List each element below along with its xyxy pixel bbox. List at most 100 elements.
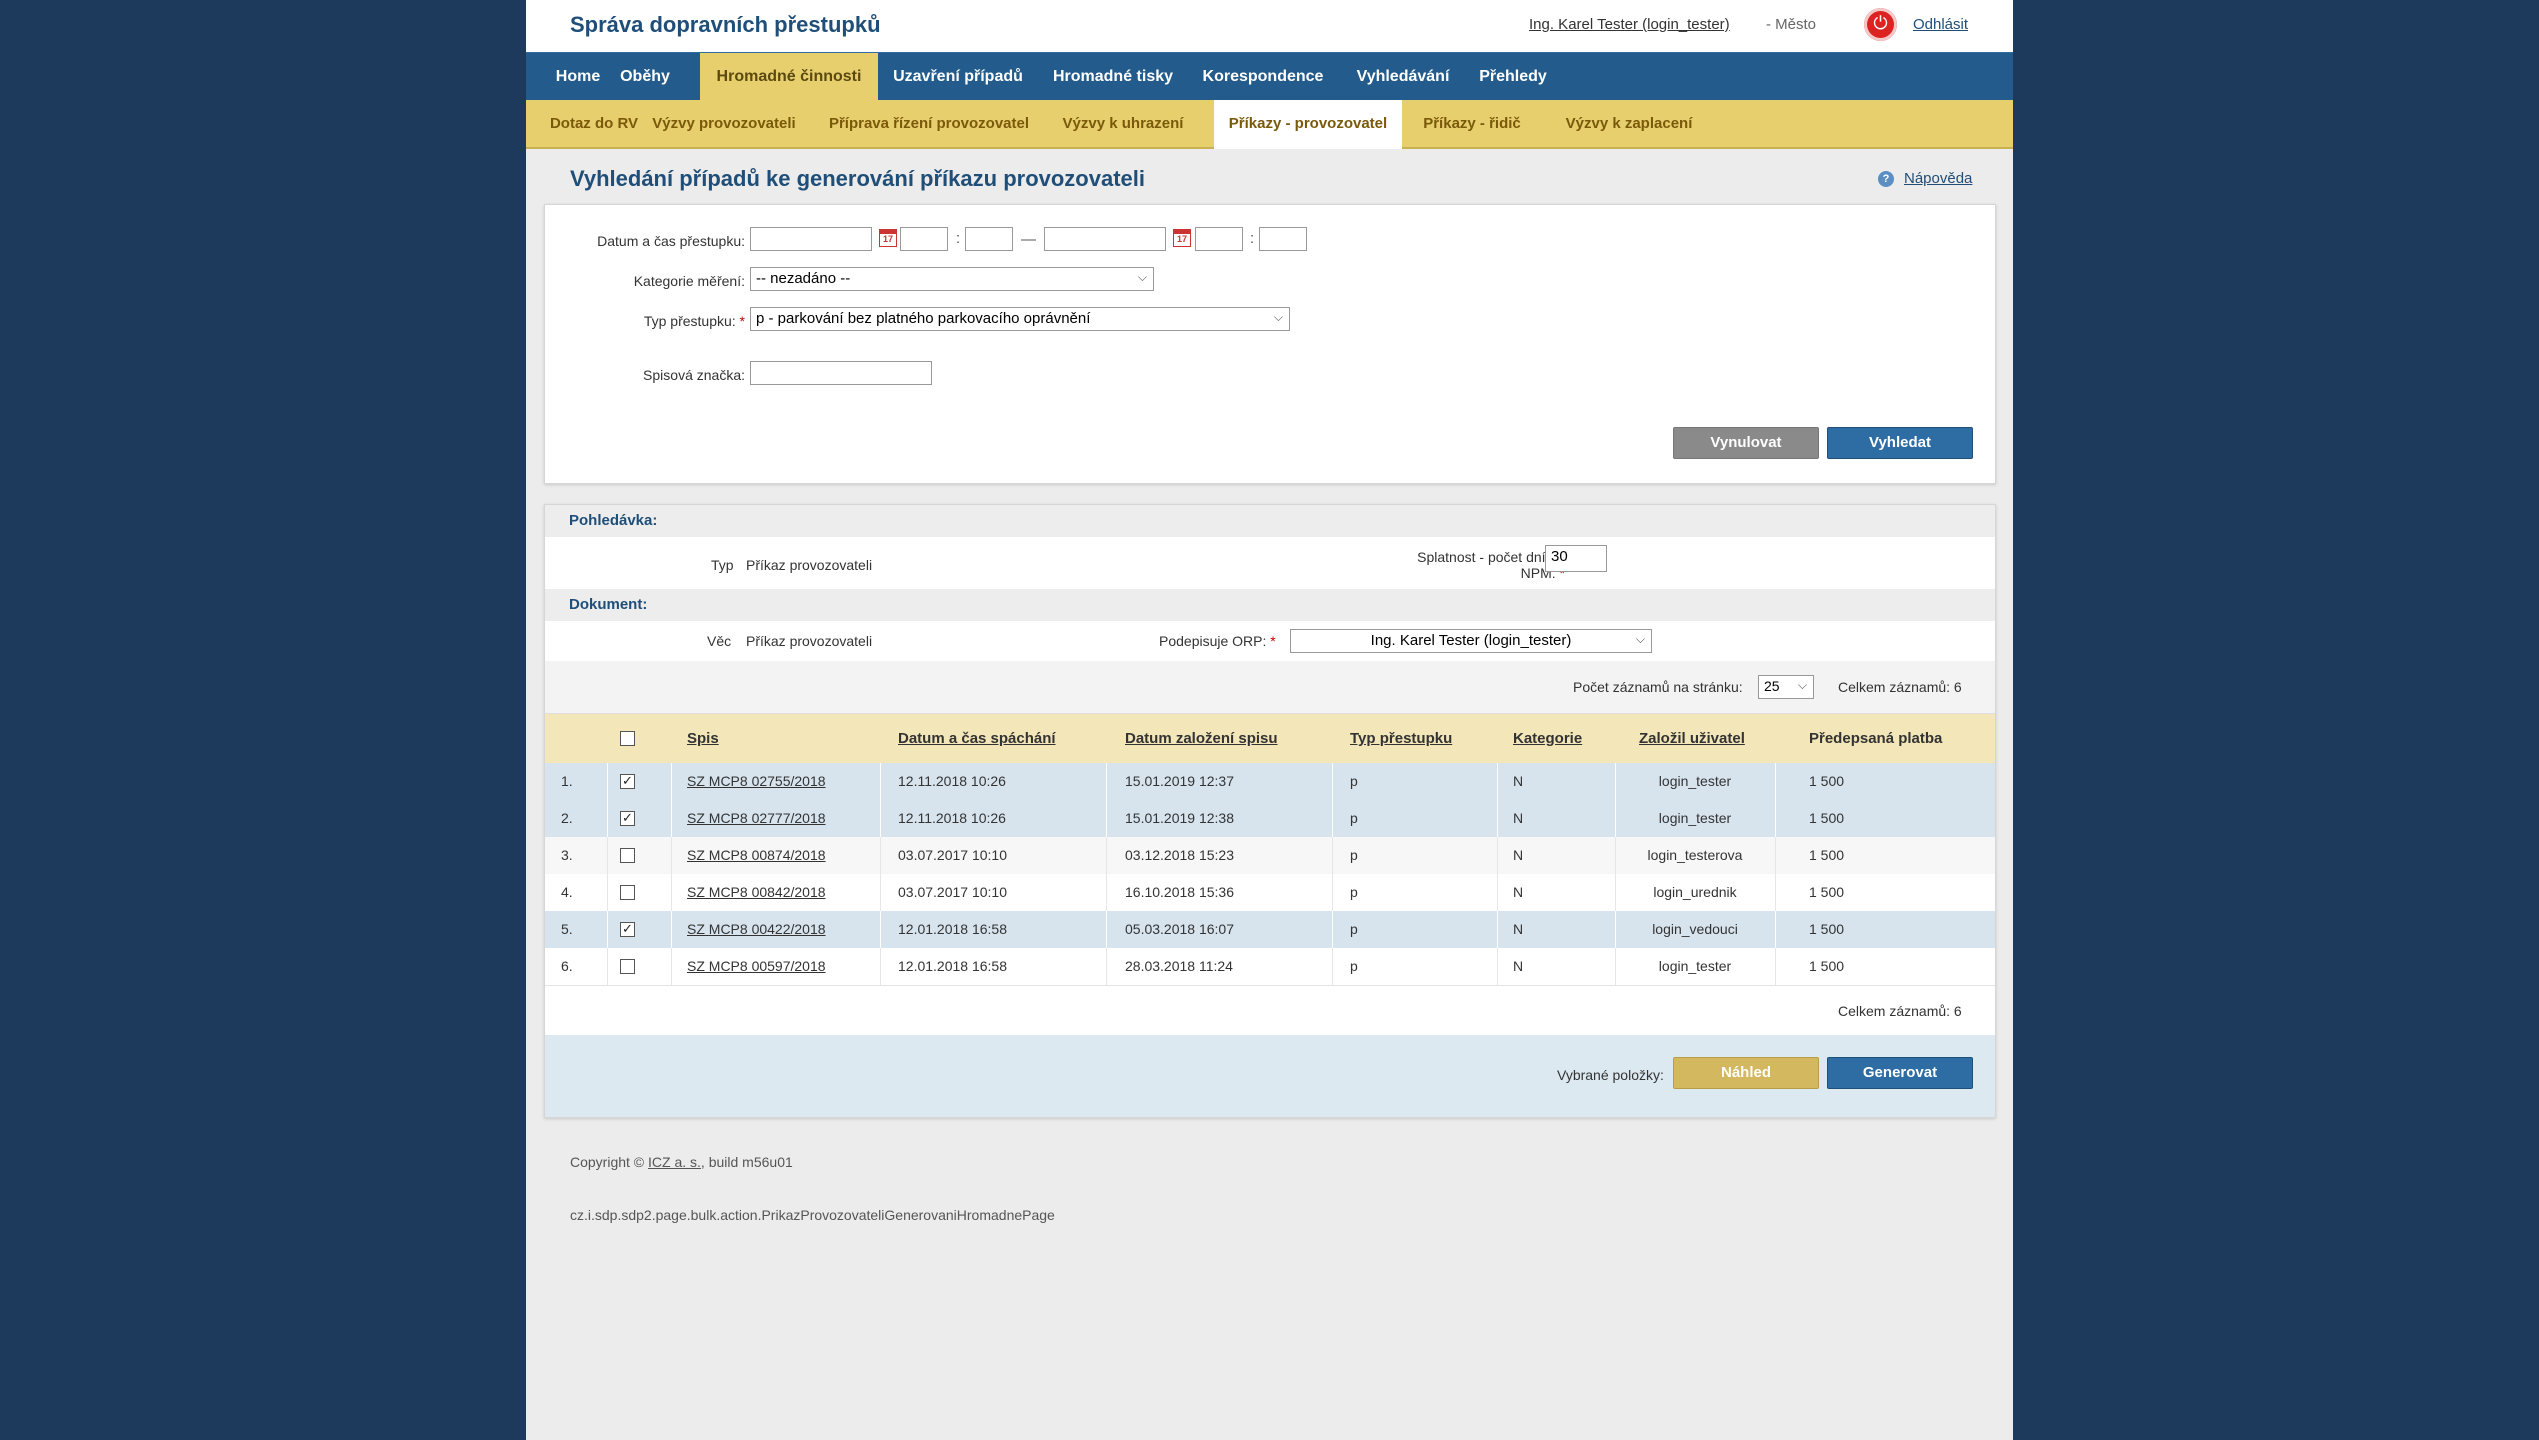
table-row[interactable]: ✓ 5. SZ MCP8 00422/2018 12.01.2018 16:58 05.…	[545, 911, 1995, 949]
column-divider	[1106, 911, 1107, 948]
cell-spis[interactable]: SZ MCP8 00874/2018	[687, 837, 826, 874]
file-number-label: Spisová značka:	[643, 367, 745, 383]
nav-hromadne-cinnosti[interactable]: Hromadné činnosti	[700, 53, 878, 101]
cell-spis[interactable]: SZ MCP8 00842/2018	[687, 874, 826, 911]
cell-zalozeni: 15.01.2019 12:37	[1125, 773, 1234, 789]
subnav-vyzvy-provozovateli[interactable]: Výzvy provozovateli	[644, 100, 804, 147]
col-datum-spachani[interactable]: Datum a čas spáchání	[898, 714, 1056, 764]
col-predepsana-platba: Předepsaná platba	[1809, 730, 1943, 747]
file-number-input[interactable]	[750, 361, 932, 385]
due-days-input[interactable]: 30	[1545, 545, 1607, 572]
calendar-icon[interactable]: 17	[1173, 229, 1191, 247]
column-divider	[1332, 800, 1333, 837]
calendar-icon[interactable]: 17	[879, 229, 897, 247]
help-icon[interactable]: ?	[1878, 171, 1894, 187]
column-divider	[607, 763, 608, 800]
subnav-priprava-rizeni[interactable]: Příprava řízení provozovatel	[814, 100, 1044, 147]
column-divider	[1775, 800, 1776, 837]
cell-kategorie: N	[1513, 810, 1524, 826]
column-divider	[1775, 763, 1776, 800]
column-divider	[1775, 911, 1776, 948]
nav-korespondence[interactable]: Korespondence	[1188, 53, 1338, 101]
generate-button[interactable]: Generovat	[1827, 1057, 1973, 1089]
date-to-input[interactable]	[1044, 227, 1166, 251]
row-checkbox[interactable]: ✓	[620, 811, 635, 826]
per-page-select[interactable]: 25 ⌵	[1758, 675, 1814, 699]
column-divider	[1106, 948, 1107, 985]
datetime-label: Datum a čas přestupku:	[597, 233, 745, 249]
search-button[interactable]: Vyhledat	[1827, 427, 1973, 459]
table-row[interactable]: 3. SZ MCP8 00874/2018 03.07.2017 10:10 03.1…	[545, 837, 1995, 875]
row-checkbox[interactable]	[620, 848, 635, 863]
power-icon[interactable]	[1864, 8, 1897, 41]
column-divider	[1497, 874, 1498, 911]
selected-items-label: Vybrané položky:	[1557, 1067, 1664, 1083]
col-kategorie[interactable]: Kategorie	[1513, 714, 1582, 764]
cell-platba: 1 500	[1809, 847, 1845, 863]
table-row[interactable]: ✓ 1. SZ MCP8 02755/2018 12.11.2018 10:26 15.…	[545, 763, 1995, 801]
cell-spis[interactable]: SZ MCP8 00597/2018	[687, 948, 826, 985]
cell-uzivatel: login_vedouci	[1652, 921, 1738, 937]
cell-zalozeni: 15.01.2019 12:38	[1125, 810, 1234, 826]
column-divider	[607, 911, 608, 948]
nav-home[interactable]: Home	[544, 53, 612, 101]
table-row[interactable]: 4. SZ MCP8 00842/2018 03.07.2017 10:10 16.1…	[545, 874, 1995, 912]
col-typ-prestupku[interactable]: Typ přestupku	[1350, 714, 1452, 764]
category-label: Kategorie měření:	[633, 273, 745, 289]
cell-typ: p	[1350, 773, 1358, 789]
subnav-vyzvy-k-zaplaceni[interactable]: Výzvy k zaplacení	[1534, 100, 1724, 147]
row-checkbox[interactable]: ✓	[620, 774, 635, 789]
table-row[interactable]: 6. SZ MCP8 00597/2018 12.01.2018 16:58 28.0…	[545, 948, 1995, 986]
select-all-checkbox[interactable]	[620, 731, 635, 746]
column-divider	[1332, 911, 1333, 948]
subnav-vyzvy-k-uhrazeni[interactable]: Výzvy k uhrazení	[1048, 100, 1198, 147]
minute-from-input[interactable]	[965, 227, 1013, 251]
subnav-prikazy-provozovatel[interactable]: Příkazy - provozovatel	[1214, 100, 1402, 149]
cell-spis[interactable]: SZ MCP8 02755/2018	[687, 763, 826, 800]
minute-to-input[interactable]	[1259, 227, 1307, 251]
logout-link[interactable]: Odhlásit	[1913, 16, 1968, 33]
column-divider	[1106, 763, 1107, 800]
help-link[interactable]: Nápověda	[1904, 170, 1972, 187]
reset-button[interactable]: Vynulovat	[1673, 427, 1819, 459]
col-datum-zalozeni[interactable]: Datum založení spisu	[1125, 714, 1278, 764]
cell-spis[interactable]: SZ MCP8 02777/2018	[687, 800, 826, 837]
column-divider	[1775, 948, 1776, 985]
col-spis[interactable]: Spis	[687, 714, 719, 764]
hour-from-input[interactable]	[900, 227, 948, 251]
nav-hromadne-tisky[interactable]: Hromadné tisky	[1038, 53, 1188, 101]
col-zalozil-uzivatel[interactable]: Založil uživatel	[1639, 714, 1745, 764]
cell-platba: 1 500	[1809, 773, 1845, 789]
user-link[interactable]: Ing. Karel Tester (login_tester)	[1529, 16, 1730, 33]
hour-to-input[interactable]	[1195, 227, 1243, 251]
cell-platba: 1 500	[1809, 810, 1845, 826]
subnav-prikazy-ridic[interactable]: Příkazy - řidič	[1410, 100, 1534, 147]
cell-no: 4.	[561, 884, 573, 900]
type-select[interactable]: p - parkování bez platného parkovacího o…	[750, 307, 1290, 331]
signer-select[interactable]: Ing. Karel Tester (login_tester) ⌵	[1290, 629, 1652, 653]
preview-button[interactable]: Náhled	[1673, 1057, 1819, 1089]
column-divider	[1497, 763, 1498, 800]
date-from-input[interactable]	[750, 227, 872, 251]
nav-prehledy[interactable]: Přehledy	[1468, 53, 1558, 101]
row-checkbox[interactable]: ✓	[620, 922, 635, 937]
subnav-dotaz-do-rv[interactable]: Dotaz do RV	[544, 100, 644, 147]
company-link[interactable]: ICZ a. s.	[648, 1154, 701, 1170]
cell-spis[interactable]: SZ MCP8 00422/2018	[687, 911, 826, 948]
column-divider	[607, 874, 608, 911]
table-row[interactable]: ✓ 2. SZ MCP8 02777/2018 12.11.2018 10:26 15.…	[545, 800, 1995, 838]
chevron-down-icon: ⌵	[1797, 678, 1807, 692]
nav-vyhledavani[interactable]: Vyhledávání	[1338, 53, 1468, 101]
paging-bar: Počet záznamů na stránku: 25 ⌵ Celkem zá…	[545, 661, 1995, 713]
category-select[interactable]: -- nezadáno -- ⌵	[750, 267, 1154, 291]
page-class: cz.i.sdp.sdp2.page.bulk.action.PrikazPro…	[570, 1207, 1055, 1223]
column-divider	[1497, 837, 1498, 874]
cell-typ: p	[1350, 884, 1358, 900]
cell-typ: p	[1350, 810, 1358, 826]
column-divider	[880, 837, 881, 874]
row-checkbox[interactable]	[620, 885, 635, 900]
cell-kategorie: N	[1513, 921, 1524, 937]
nav-uzavreni-pripadu[interactable]: Uzavření případů	[878, 53, 1038, 101]
nav-obehy[interactable]: Oběhy	[612, 53, 678, 101]
row-checkbox[interactable]	[620, 959, 635, 974]
